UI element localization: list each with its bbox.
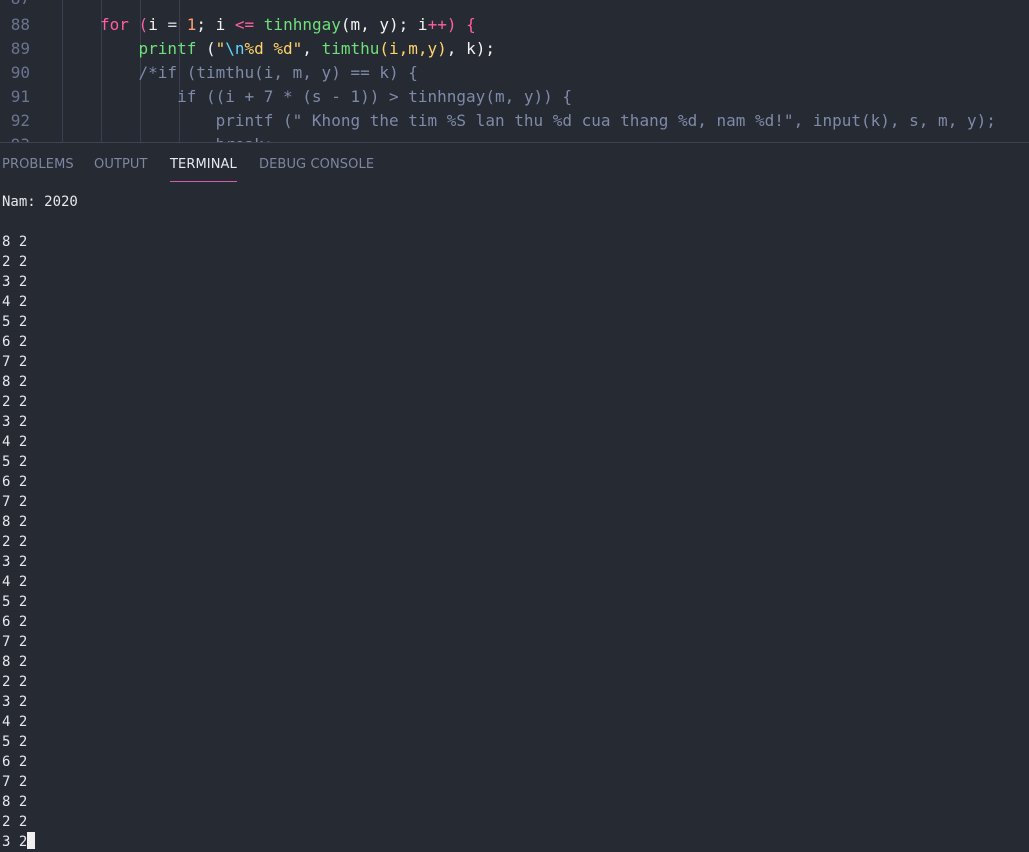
code-text: printf ("\n%d %d", timthu(i,m,y), k);: [100, 39, 495, 58]
terminal-line: 2 2: [2, 252, 27, 272]
terminal-line: 8 2: [2, 652, 27, 672]
code-text: if ((i + 7 * (s - 1)) > tinhngay(m, y)) …: [100, 87, 573, 106]
tab-problems[interactable]: PROBLEMS: [2, 157, 74, 172]
terminal-line: 3 2: [2, 272, 27, 292]
line-number: 87: [0, 0, 30, 11]
terminal-line-text: 2 2: [2, 814, 28, 830]
terminal-line: 5 2: [2, 312, 27, 332]
terminal-line-text: 5 2: [2, 314, 28, 330]
terminal-line: 4 2: [2, 292, 27, 312]
terminal-line-text: 2 2: [2, 534, 28, 550]
code-line: 91 if ((i + 7 * (s - 1)) > tinhngay(m, y…: [0, 85, 1029, 109]
terminal-line-text: 3 2: [2, 694, 28, 710]
terminal-line: 7 2: [2, 632, 27, 652]
line-number: 92: [10, 111, 30, 130]
active-tab-underline: [170, 181, 237, 182]
code-line: 87: [0, 0, 1029, 11]
tab-label: TERMINAL: [170, 157, 237, 172]
terminal-line: 8 2: [2, 232, 27, 252]
code-text: /*if (timthu(i, m, y) == k) {: [100, 63, 418, 82]
terminal-line-text: 8 2: [2, 514, 28, 530]
terminal-line-text: 6 2: [2, 754, 28, 770]
terminal-line: 8 2: [2, 372, 27, 392]
terminal-header-line: Nam: 2020: [2, 194, 78, 210]
terminal-line: 4 2: [2, 712, 27, 732]
terminal-line-text: 4 2: [2, 574, 28, 590]
terminal-line: 6 2: [2, 332, 27, 352]
terminal-line: 2 2: [2, 532, 27, 552]
terminal-line-text: 4 2: [2, 714, 28, 730]
terminal-line: 3 2: [2, 832, 36, 852]
terminal-line: 8 2: [2, 792, 27, 812]
terminal-line-text: 7 2: [2, 634, 28, 650]
terminal-line: 5 2: [2, 732, 27, 752]
terminal-line: 6 2: [2, 472, 27, 492]
terminal-line: 2 2: [2, 392, 27, 412]
terminal-line: 5 2: [2, 452, 27, 472]
line-number: 89: [10, 39, 30, 58]
terminal-line: 4 2: [2, 432, 27, 452]
terminal-line-text: 8 2: [2, 374, 28, 390]
terminal-line-text: 8 2: [2, 794, 28, 810]
terminal-line-text: 2 2: [2, 254, 28, 270]
tab-debug-console[interactable]: DEBUG CONSOLE: [259, 157, 374, 172]
terminal-line: 7 2: [2, 772, 27, 792]
line-number: 90: [10, 63, 30, 82]
code-text: for (i = 1; i <= tinhngay(m, y); i++) {: [100, 15, 476, 34]
tab-terminal[interactable]: TERMINAL: [170, 157, 237, 182]
line-number: 88: [10, 15, 30, 34]
terminal-line-text: 4 2: [2, 294, 28, 310]
terminal-line: 7 2: [2, 492, 27, 512]
code-line: 90 /*if (timthu(i, m, y) == k) {: [0, 61, 1029, 85]
tab-label: PROBLEMS: [2, 157, 74, 172]
terminal-line-text: 6 2: [2, 474, 28, 490]
terminal-line: 3 2: [2, 412, 27, 432]
code-line: 88 for (i = 1; i <= tinhngay(m, y); i++) …: [0, 13, 1029, 37]
terminal-line-text: 4 2: [2, 434, 28, 450]
tab-label: OUTPUT: [94, 157, 148, 172]
tab-label: DEBUG CONSOLE: [259, 157, 375, 172]
terminal-line-text: 7 2: [2, 774, 28, 790]
terminal-line-text: 6 2: [2, 614, 28, 630]
terminal-line: 6 2: [2, 752, 27, 772]
code-line: 89 printf ("\n%d %d", timthu(i,m,y), k);: [0, 37, 1029, 61]
tab-output[interactable]: OUTPUT: [94, 157, 148, 172]
terminal-line: 6 2: [2, 612, 27, 632]
panel-tab-bar: PROBLEMS OUTPUT TERMINAL DEBUG CONSOLE: [0, 143, 1029, 183]
terminal-line-text: 7 2: [2, 354, 28, 370]
terminal-line-text: 3 2: [2, 834, 28, 850]
terminal-line-text: 5 2: [2, 734, 28, 750]
terminal-line-text: 5 2: [2, 594, 28, 610]
terminal-line-text: 3 2: [2, 414, 28, 430]
code-editor[interactable]: 87 88 for (i = 1; i <= tinhngay(m, y); i++…: [0, 0, 1029, 143]
code-text: printf (" Khong the tim %S lan thu %d cu…: [100, 111, 996, 130]
terminal-line: 7 2: [2, 352, 27, 372]
terminal-line-text: 3 2: [2, 274, 28, 290]
terminal-line-text: 8 2: [2, 234, 28, 250]
terminal-line: 2 2: [2, 812, 27, 832]
line-number: 91: [10, 87, 30, 106]
terminal-cursor: [27, 832, 36, 849]
terminal-line-text: 2 2: [2, 394, 28, 410]
terminal-output[interactable]: Nam: 2020 8 2 2 2 3 2 4 2 5 2 6 2 7 2 8 2 2 2 3 2…: [0, 183, 1029, 852]
terminal-line-text: 2 2: [2, 674, 28, 690]
terminal-line-text: 8 2: [2, 654, 28, 670]
terminal-line: 2 2: [2, 672, 27, 692]
terminal-line-text: 3 2: [2, 554, 28, 570]
terminal-line: 3 2: [2, 552, 27, 572]
code-line: 92 printf (" Khong the tim %S lan thu %d…: [0, 109, 1029, 133]
terminal-line-text: 6 2: [2, 334, 28, 350]
terminal-line: 4 2: [2, 572, 27, 592]
terminal-line: 8 2: [2, 512, 27, 532]
terminal-line-text: 5 2: [2, 454, 28, 470]
terminal-line: 3 2: [2, 692, 27, 712]
terminal-line: 5 2: [2, 592, 27, 612]
terminal-line-text: 7 2: [2, 494, 28, 510]
